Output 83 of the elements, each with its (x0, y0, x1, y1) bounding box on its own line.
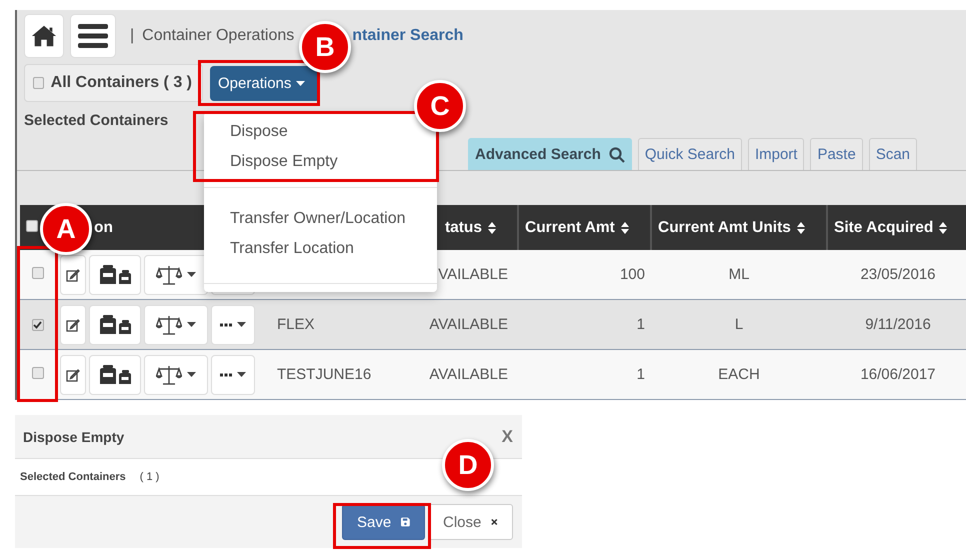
caret-icon (237, 372, 246, 377)
search-icon (608, 146, 625, 162)
breadcrumb-link[interactable]: Container Operations (142, 27, 294, 45)
table-cell: 9/11/2016 (865, 316, 931, 333)
jars-icon (98, 314, 132, 334)
jars-icon (98, 364, 132, 384)
selected-containers-label: Selected Containers (20, 471, 126, 483)
home-button[interactable] (24, 14, 64, 58)
table-cell: 1 (636, 316, 645, 333)
dialog-title: Dispose Empty (23, 428, 124, 444)
table-cell: TESTJUNE16 (277, 366, 372, 383)
more-dropdown[interactable] (211, 354, 255, 394)
breadcrumb-current: ntainer Search (352, 27, 464, 45)
edit-button[interactable] (60, 254, 86, 294)
scale-icon (156, 314, 182, 336)
edit-icon (66, 268, 80, 282)
table-cell: FLEX (277, 316, 315, 333)
save-button[interactable]: Save (342, 504, 425, 540)
search-tab[interactable]: Scan (868, 138, 918, 170)
scale-dropdown[interactable] (144, 304, 208, 344)
selected-count: ( 1 ) (140, 471, 160, 483)
scale-dropdown[interactable] (144, 254, 208, 294)
containers-button[interactable] (89, 354, 141, 394)
table-cell: AVAILABLE (429, 316, 508, 333)
table-cell: 23/05/2016 (860, 266, 936, 283)
more-dropdown[interactable] (211, 304, 255, 344)
home-icon (31, 24, 57, 48)
sort-icon (620, 220, 630, 234)
search-tab[interactable]: Paste (810, 138, 863, 170)
jars-icon (98, 264, 132, 284)
menu-item[interactable]: Dispose Empty (204, 147, 364, 177)
checkbox[interactable] (32, 267, 44, 279)
breadcrumb-separator: | (130, 27, 134, 45)
column-header[interactable]: tatus (444, 218, 497, 236)
caret-icon (187, 372, 196, 377)
sort-icon (796, 220, 806, 234)
checkbox[interactable] (33, 77, 44, 89)
table-cell: L (734, 316, 744, 333)
ellipsis-icon (220, 322, 232, 326)
all-containers-toggle[interactable]: All Containers ( 3 ) (24, 64, 203, 102)
checkbox[interactable] (26, 220, 38, 232)
table-cell: AVAILABLE (429, 366, 508, 383)
table-cell: VAILABLE (438, 266, 508, 283)
menu-item[interactable]: Transfer Location (204, 234, 380, 264)
containers-button[interactable] (89, 254, 141, 294)
caret-icon (237, 322, 246, 327)
check-icon (33, 321, 42, 329)
search-tab[interactable]: Import (748, 138, 804, 170)
table-cell: ML (728, 266, 750, 283)
sort-icon (487, 220, 497, 234)
caret-icon (187, 272, 196, 277)
operations-button[interactable]: Operations (210, 66, 320, 100)
edit-icon (66, 368, 80, 382)
callout-badge: D (442, 439, 494, 491)
ellipsis-icon (220, 372, 232, 376)
close-mark[interactable]: X (502, 426, 513, 446)
caret-icon (296, 80, 306, 86)
menu-button[interactable] (70, 14, 116, 58)
checkbox[interactable] (32, 319, 44, 331)
menu-item[interactable]: Transfer Owner/Location (204, 204, 432, 234)
edit-icon (66, 318, 80, 332)
table-cell: 100 (620, 266, 645, 283)
containers-button[interactable] (89, 304, 141, 344)
checkbox[interactable] (32, 367, 44, 379)
all-containers-label: All Containers ( 3 ) (50, 74, 192, 92)
table-cell: 16/06/2017 (860, 366, 936, 383)
scale-icon (156, 364, 182, 386)
search-tab[interactable]: Advanced Search (468, 138, 632, 170)
table-cell: EACH (718, 366, 760, 383)
menu-icon (78, 23, 108, 49)
sort-icon (938, 220, 948, 234)
search-tab[interactable]: Quick Search (638, 138, 742, 170)
column-header: on (94, 218, 113, 236)
table-cell: 1 (636, 366, 645, 383)
scale-icon (156, 264, 182, 286)
menu-item[interactable]: Dispose (204, 117, 314, 147)
edit-button[interactable] (60, 304, 86, 344)
selected-containers-label: Selected Containers (24, 112, 168, 131)
scale-dropdown[interactable] (144, 354, 208, 394)
close-icon (491, 516, 498, 528)
caret-icon (187, 322, 196, 327)
close-button[interactable]: Close (428, 504, 513, 540)
edit-button[interactable] (60, 354, 86, 394)
